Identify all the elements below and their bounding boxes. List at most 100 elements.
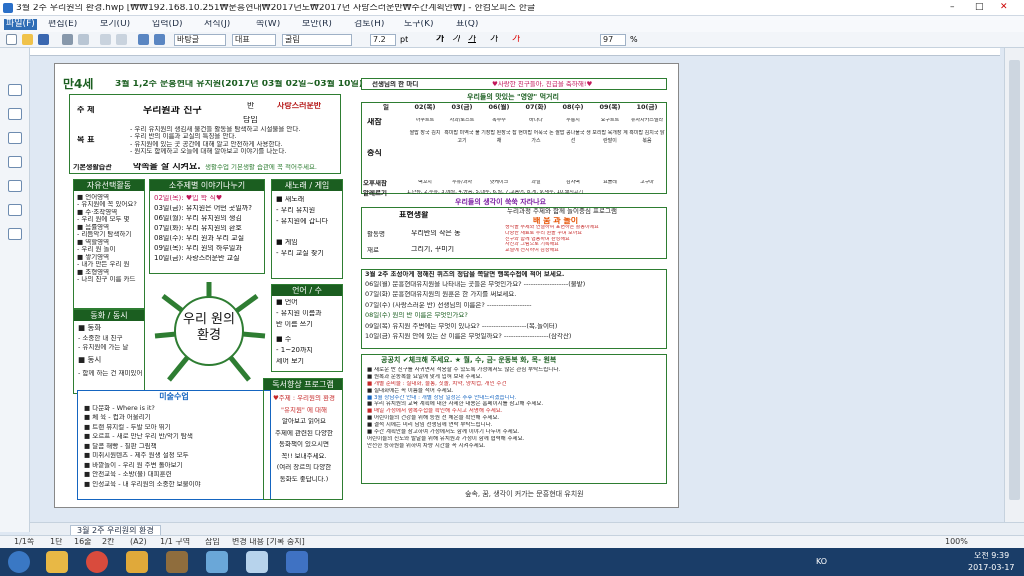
bold-button[interactable]: 가 [436, 35, 444, 44]
goal-item: - 원지도 함께하고 오늘에 대해 알아보고 이야기를 나눈다. [130, 148, 287, 156]
language-item: ■ 수 [276, 336, 292, 343]
save-icon[interactable] [38, 34, 49, 45]
reading-item: 동화도 좋답니다.) [279, 475, 329, 482]
goal-list: - 우리 유치원의 생김새 물건들 활동을 탐색하고 시설물을 안다. - 우리… [130, 126, 340, 156]
status-zoom[interactable]: 100% [945, 538, 968, 546]
menu-page[interactable]: 쪽(W) [256, 20, 280, 29]
status-bar: 1/1쪽 1단 16줄 2칸 (A2) 1/1 구역 삽입 변경 내용 [기록 … [0, 535, 1024, 548]
free-item: - 리듬악기 탐색하기 [77, 231, 132, 239]
menu-table[interactable]: 표(Q) [456, 20, 478, 29]
quiz-item: 07일(수) (사랑스러운 반) 선생님의 이름은? -------------… [365, 301, 532, 309]
font-select[interactable]: 굴림 [282, 34, 352, 46]
goal-item: - 유치원에 있는 곳 공간에 대해 알고 안전하게 사용한다. [130, 140, 283, 148]
special-item: ■ 오르프 - 새로 만난 우리 반/악기 탐색 [84, 433, 193, 441]
zoom-select[interactable]: 97 [600, 34, 626, 46]
special-item: ■ 미취시원텐츠 - 제주 원생 설정 모두 [84, 452, 189, 460]
menu-format[interactable]: 서식(J) [204, 20, 230, 29]
page-icon[interactable] [8, 108, 22, 120]
teacher-corner: 선생님의 한 마디 ♥사랑한 친구들아, 진급을 축하해!♥ [361, 78, 667, 90]
start-icon[interactable] [8, 551, 30, 573]
goal-item: - 우리 반의 이름과 교실의 특징을 안다. [130, 133, 237, 141]
font-color-button[interactable]: 가 [512, 35, 520, 44]
reading-item: 동화책이 있으시면 [279, 441, 329, 448]
notice-item: 어린이들의 진도와 발달을 위해 유치원과 가정이 함께 협력해 주세요. [367, 435, 525, 442]
snack-cell: 아쿠르트 [415, 118, 435, 123]
list-icon[interactable] [8, 132, 22, 144]
snack-cell: 요구르트 [600, 118, 620, 123]
story-item: - 유치원에 가는 날 [78, 344, 129, 352]
pen-icon[interactable] [8, 156, 22, 168]
habit-label: 기본생활습관 [73, 164, 112, 171]
notice-item: ■ 주간 계획안을 참고하여 가정에서도 함께 이야기 나누어 주세요. [367, 428, 520, 435]
small-topic-title: 소주제별 이야기나누기 [150, 180, 264, 191]
app-icon-2[interactable] [246, 551, 268, 573]
story-poem-title: 동화 / 동시 [74, 310, 144, 321]
status-changes[interactable]: 변경 내용 [기록 중지] [232, 538, 305, 546]
reading-item: 주제에 관련된 다양한 [275, 429, 333, 436]
free-item: ■ 역할영역 [77, 238, 110, 246]
small-topic-item: 07일(화): 우리 유치원의 환호 [154, 225, 242, 232]
picture-icon[interactable] [8, 228, 22, 240]
document-page[interactable]: 만4세 3월 1,2주 문흥현대 유치원(2017년 03월 02일~03월 1… [54, 63, 679, 508]
language-item: 반 이름 쓰기 [276, 321, 313, 328]
undo-icon[interactable] [138, 34, 149, 45]
scroll-thumb[interactable] [1009, 60, 1020, 500]
maximize-button[interactable]: □ [975, 3, 984, 12]
quiz-item: 09일(목) 유치원 주변에는 무엇이 있나요? ---------------… [365, 322, 558, 330]
document-icon[interactable] [8, 84, 22, 96]
table-icon[interactable] [8, 180, 22, 192]
chrome-icon[interactable] [86, 551, 108, 573]
cut-icon[interactable] [100, 34, 111, 45]
pm-snack-cell: 감자떡 [566, 180, 580, 185]
close-button[interactable]: ✕ [1000, 3, 1008, 12]
notice-item: ■ 우리 유치원의 교육 계획에 대한 자세한 내용은 홈페이지를 참고해 주세… [367, 401, 544, 408]
pm-snack-cell: 떡꼬치 [418, 180, 432, 185]
redo-icon[interactable] [154, 34, 165, 45]
free-item: ■ 쌓기영역 [77, 253, 110, 261]
print-icon[interactable] [62, 34, 73, 45]
vertical-scrollbar[interactable] [1004, 48, 1024, 522]
expression-title: 표현생활 [399, 211, 429, 219]
open-icon[interactable] [22, 34, 33, 45]
font-type-select[interactable]: 대표 [232, 34, 276, 46]
meal-day-header: 일 [383, 104, 389, 111]
notice-item: ■ 원복과 운동복을 요일에 맞게 입혀 보내 주세요. [367, 373, 483, 380]
menu-review[interactable]: 검토(H) [354, 20, 384, 29]
status-page: 1/1쪽 [14, 538, 35, 546]
menu-edit[interactable]: 편집(E) [48, 20, 77, 29]
explorer-icon[interactable] [46, 551, 68, 573]
status-insert[interactable]: 삽입 [205, 538, 220, 546]
menu-file[interactable]: 파일(F) [4, 19, 37, 30]
reading-program-box: 독서향상 프로그램 ♥주제 : 우리원의 환경 "유치원" 에 대해 알아보고 … [263, 378, 343, 500]
meal-day-header: 07(화) [525, 104, 547, 111]
ruler[interactable] [30, 48, 1000, 56]
menu-security[interactable]: 보안(R) [302, 20, 332, 29]
minimize-button[interactable]: – [950, 3, 955, 12]
menu-insert[interactable]: 입력(D) [152, 20, 183, 29]
special-item: ■ 체 육 - 컵과 어울리기 [84, 414, 151, 422]
expression-desc: 생각을 주제와 연결하여 표현하는 활동이에요 다양한 재료로 우리 원을 꾸며… [505, 225, 665, 254]
style-select[interactable]: 바탕글 [174, 34, 226, 46]
notice-item: ■ 새로운 반 친구를 사귀면서 적응할 수 있도록 가정에서도 많은 관심 부… [367, 367, 561, 373]
taskbar [0, 548, 1024, 576]
lunch-cell: 현미밥 어묵국 돈가스 [518, 130, 554, 144]
font-size-input[interactable]: 7.2 [370, 34, 396, 46]
media-icon[interactable] [166, 551, 188, 573]
hwp-icon[interactable] [286, 551, 308, 573]
menu-view[interactable]: 보기(U) [100, 20, 130, 29]
quiz-list: 06일(월) 문흥현대유치원을 나타내는 곳들은 무엇인가요? --------… [365, 281, 663, 341]
italic-button[interactable]: 가 [452, 35, 460, 44]
new-icon[interactable] [6, 34, 17, 45]
preview-icon[interactable] [78, 34, 89, 45]
app-icon-1[interactable] [206, 551, 228, 573]
underline-button[interactable]: 가 [468, 35, 476, 44]
shape-icon[interactable] [8, 204, 22, 216]
folder-icon[interactable] [126, 551, 148, 573]
teacher-corner-note: ♥사랑한 친구들아, 진급을 축하해!♥ [492, 81, 593, 88]
lang-indicator[interactable]: KO [816, 558, 827, 566]
copy-icon[interactable] [116, 34, 127, 45]
notice-item: ■ 어린이들의 건강을 위해 등원 전 체온을 확인해 주세요. [367, 415, 500, 422]
menu-tools[interactable]: 도구(K) [404, 20, 434, 29]
strike-button[interactable]: 가 [490, 35, 498, 44]
pm-snack-cell: 요플레 [603, 180, 617, 185]
